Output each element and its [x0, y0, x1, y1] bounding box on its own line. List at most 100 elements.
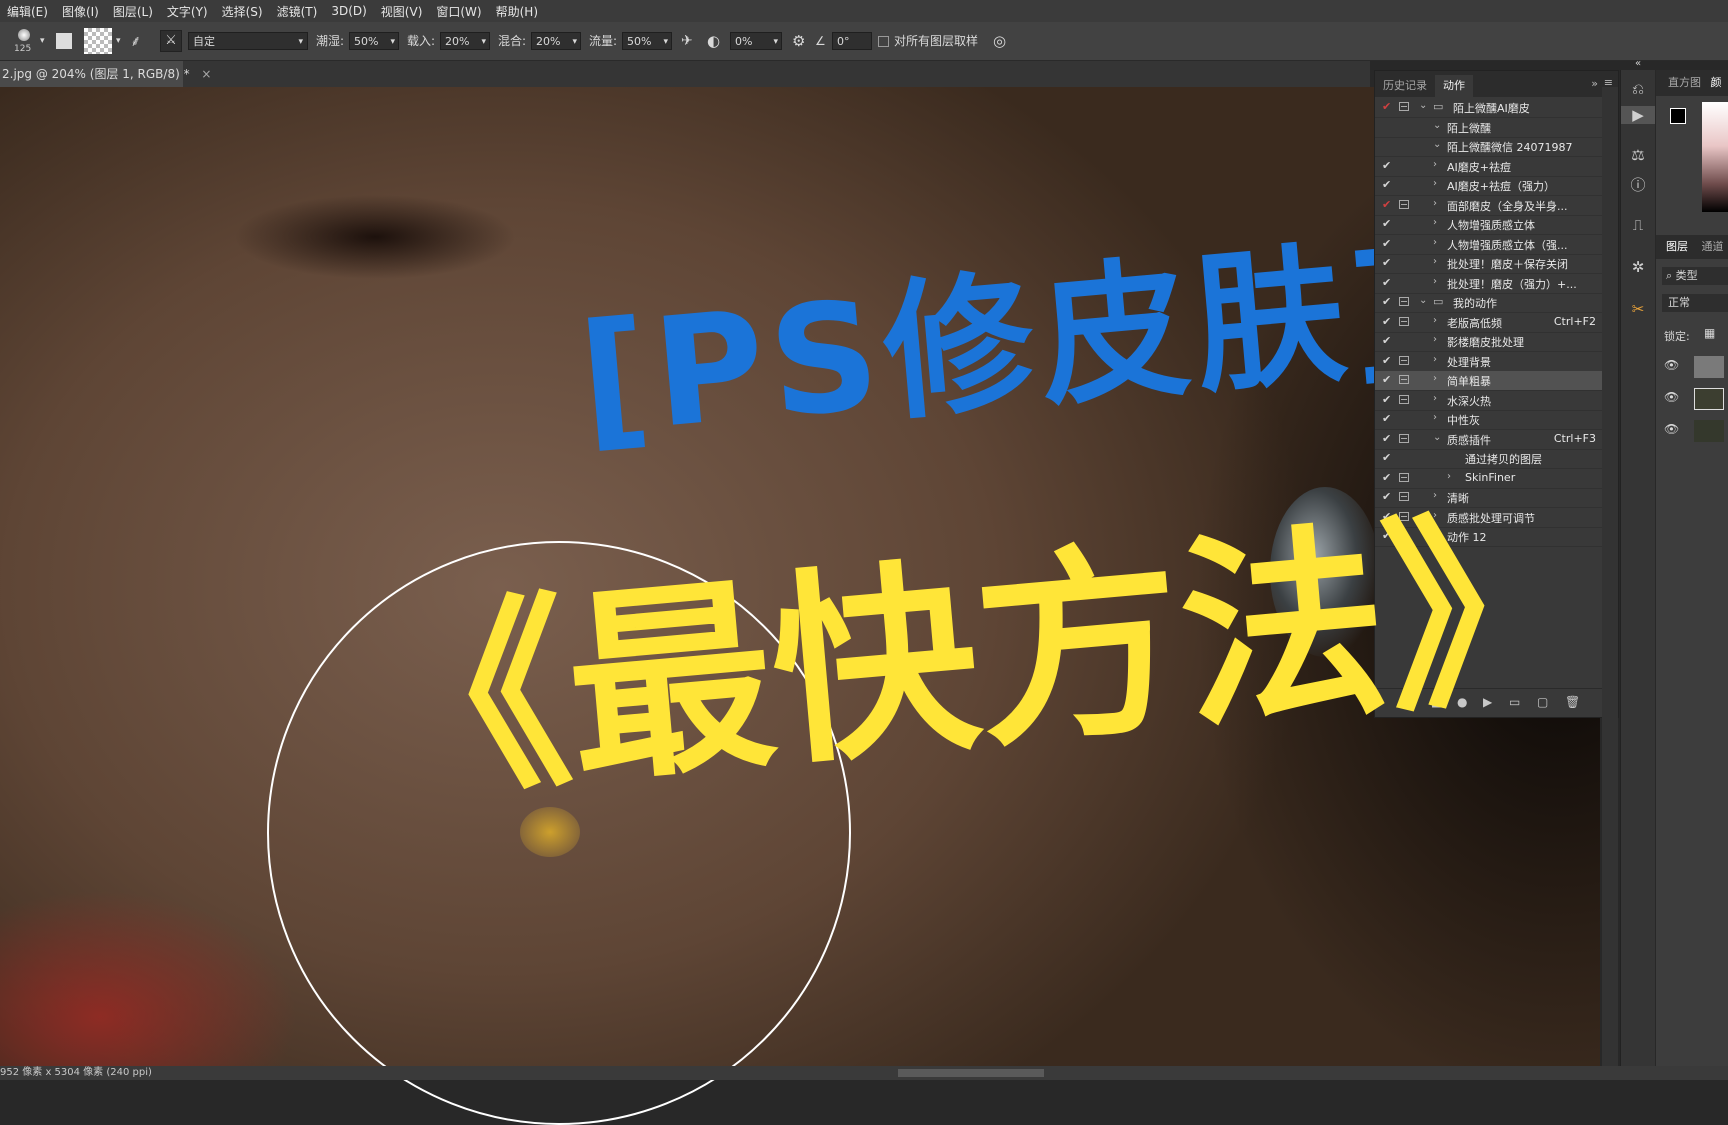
action-row[interactable]: ✔ › 简单粗暴	[1375, 371, 1604, 391]
chevron-down-icon[interactable]: ▾	[116, 31, 121, 51]
chevron-right-icon[interactable]: ›	[1433, 237, 1437, 248]
smoothing-icon[interactable]: ◐	[707, 31, 720, 51]
dialog-toggle-icon[interactable]	[1399, 199, 1409, 209]
chevron-right-icon[interactable]: ›	[1433, 276, 1437, 287]
checkmark-icon[interactable]: ✔	[1382, 100, 1394, 113]
tab-color[interactable]: 颜	[1705, 76, 1722, 89]
wet-field[interactable]: 50% ▾	[349, 32, 399, 50]
action-row[interactable]: ✔ ⌄ ▭ 陌上微醺AI磨皮	[1375, 98, 1604, 118]
chevron-right-icon[interactable]: ›	[1433, 334, 1437, 345]
checkmark-icon[interactable]: ✔	[1382, 295, 1394, 308]
tab-actions[interactable]: 动作	[1435, 75, 1473, 97]
checkmark-icon[interactable]: ✔	[1382, 315, 1394, 328]
checkmark-icon[interactable]: ✔	[1382, 276, 1394, 289]
action-row[interactable]: ✔ › 处理背景	[1375, 352, 1604, 372]
horizontal-scrollbar-thumb[interactable]	[898, 1069, 1044, 1077]
chevron-down-icon[interactable]: ⌄	[1419, 295, 1427, 306]
action-row[interactable]: ✔ › 批处理！磨皮＋保存关闭	[1375, 254, 1604, 274]
angle-field[interactable]: 0°	[832, 32, 872, 50]
menu-item[interactable]: 视图(V)	[374, 3, 430, 20]
flow-field[interactable]: 50% ▾	[622, 32, 672, 50]
history-brush-icon[interactable]: ⎌	[1621, 80, 1655, 98]
menu-item[interactable]: 图层(L)	[106, 3, 160, 20]
checkmark-icon[interactable]: ✔	[1382, 217, 1394, 230]
eye-icon[interactable]: 👁	[1664, 422, 1679, 436]
menu-item[interactable]: 滤镜(T)	[270, 3, 325, 20]
menu-item[interactable]: 帮助(H)	[489, 3, 545, 20]
sample-all-checkbox[interactable]	[878, 36, 889, 47]
menu-item[interactable]: 窗口(W)	[429, 3, 488, 20]
tools-icon[interactable]: ✂	[1621, 300, 1655, 318]
chevron-right-icon[interactable]: ›	[1433, 159, 1437, 170]
stamp-icon[interactable]: ⎍	[1621, 216, 1655, 234]
tab-history[interactable]: 历史记录	[1375, 75, 1435, 97]
load-swatch[interactable]	[84, 28, 112, 54]
checkmark-icon[interactable]: ✔	[1382, 237, 1394, 250]
dialog-toggle-icon[interactable]	[1399, 316, 1409, 326]
mode-select[interactable]: 自定 ▾	[188, 32, 308, 50]
action-row[interactable]: ✔ › 水深火热	[1375, 391, 1604, 411]
dialog-toggle-icon[interactable]	[1399, 102, 1409, 111]
action-row[interactable]: ✔ ⌄ ▭ 我的动作	[1375, 293, 1604, 313]
action-row[interactable]: ⌄ 陌上微醺	[1375, 118, 1604, 138]
document-tab[interactable]: 2.jpg @ 204% (图层 1, RGB/8) * ×	[0, 61, 211, 87]
menu-item[interactable]: 编辑(E)	[0, 3, 55, 20]
layer-row[interactable]: 👁	[1656, 384, 1728, 414]
tab-channels[interactable]: 通道	[1692, 240, 1724, 253]
color-spectrum[interactable]	[1702, 102, 1728, 212]
layer-row[interactable]: 👁	[1656, 416, 1728, 446]
action-row[interactable]: ✔ › 批处理！磨皮（强力）+...	[1375, 274, 1604, 294]
menu-item[interactable]: 图像(I)	[55, 3, 106, 20]
action-row[interactable]: ✔ › 人物增强质感立体	[1375, 215, 1604, 235]
load-field[interactable]: 20% ▾	[440, 32, 490, 50]
chevron-right-icon[interactable]: ›	[1433, 393, 1437, 404]
action-row[interactable]: ✔ › AI磨皮+祛痘	[1375, 157, 1604, 177]
clean-brush-icon[interactable]: ⚔	[160, 30, 182, 52]
gear-icon[interactable]: ⚙	[792, 31, 805, 51]
checkmark-icon[interactable]: ✔	[1382, 334, 1394, 347]
brush-swatch-icon[interactable]	[56, 33, 72, 49]
menu-item[interactable]: 选择(S)	[215, 3, 270, 20]
chevron-right-icon[interactable]: ›	[1433, 178, 1437, 189]
smoothing-field[interactable]: 0% ▾	[730, 32, 782, 50]
checkmark-icon[interactable]: ✔	[1382, 354, 1394, 367]
tab-layers[interactable]: 图层	[1656, 240, 1688, 253]
properties-icon[interactable]: ⚖	[1621, 146, 1655, 164]
canvas-vertical-scrollbar[interactable]	[1602, 87, 1618, 1066]
checkmark-icon[interactable]: ✔	[1382, 256, 1394, 269]
layer-filter[interactable]: ⌕ 类型	[1662, 267, 1728, 285]
chevron-down-icon[interactable]: ⌄	[1433, 120, 1441, 131]
dialog-toggle-icon[interactable]	[1399, 355, 1409, 365]
tab-histogram[interactable]: 直方图	[1656, 76, 1701, 89]
chevron-down-icon[interactable]: ▾	[40, 31, 45, 51]
checkmark-icon[interactable]: ✔	[1382, 178, 1394, 191]
dialog-toggle-icon[interactable]	[1399, 433, 1409, 443]
mix-field[interactable]: 20% ▾	[531, 32, 581, 50]
eye-icon[interactable]: 👁	[1664, 358, 1679, 372]
checkmark-icon[interactable]: ✔	[1382, 159, 1394, 172]
close-icon[interactable]: ×	[201, 67, 211, 81]
dialog-toggle-icon[interactable]	[1399, 394, 1409, 404]
adjust-icon[interactable]: ✲	[1621, 258, 1655, 276]
eye-icon[interactable]: 👁	[1664, 390, 1679, 404]
action-row[interactable]: ✔ › 人物增强质感立体（强...	[1375, 235, 1604, 255]
chevron-right-icon[interactable]: ›	[1433, 198, 1437, 209]
dialog-toggle-icon[interactable]	[1399, 297, 1409, 306]
chevron-right-icon[interactable]: ›	[1433, 315, 1437, 326]
lock-transparency-icon[interactable]: ▦	[1704, 326, 1715, 340]
blend-mode-select[interactable]: 正常	[1662, 294, 1728, 312]
action-row[interactable]: ✔ › 中性灰	[1375, 410, 1604, 430]
brush-preview[interactable]: 125	[10, 27, 38, 55]
panel-expand-icon[interactable]: »	[1591, 77, 1598, 90]
menu-item[interactable]: 3D(D)	[324, 4, 373, 18]
collapse-icon[interactable]: «	[1621, 58, 1655, 69]
layer-row[interactable]: 👁	[1656, 352, 1728, 382]
chevron-down-icon[interactable]: ⌄	[1419, 100, 1427, 111]
checkmark-icon[interactable]: ✔	[1382, 393, 1394, 406]
load-brush-icon[interactable]: ⸙	[130, 31, 141, 51]
checkmark-icon[interactable]: ✔	[1382, 373, 1394, 386]
airbrush-icon[interactable]: ✈	[681, 31, 693, 51]
action-row[interactable]: ✔ › 老版高低频 Ctrl+F2	[1375, 313, 1604, 333]
info-icon[interactable]: ⓘ	[1621, 174, 1655, 195]
chevron-right-icon[interactable]: ›	[1433, 412, 1437, 423]
